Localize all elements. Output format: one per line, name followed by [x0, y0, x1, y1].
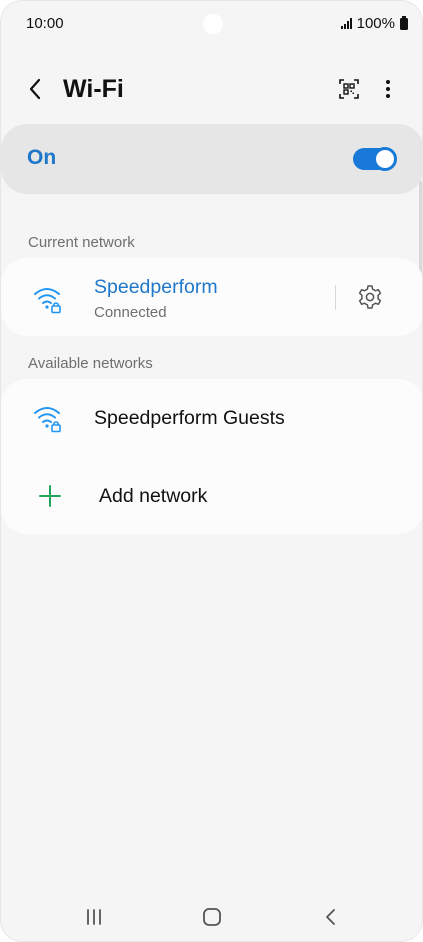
gear-icon	[358, 285, 382, 309]
wifi-secured-icon	[34, 288, 61, 314]
current-network-row[interactable]: Speedperform Connected	[1, 258, 331, 336]
recent-apps-icon	[87, 909, 101, 925]
add-network-row[interactable]: Add network	[1, 457, 422, 534]
nav-back-button[interactable]	[311, 903, 351, 931]
status-icons: 100%	[340, 15, 408, 32]
more-options-icon	[386, 80, 390, 98]
add-network-label: Add network	[99, 485, 208, 507]
available-networks-header: Available networks	[28, 355, 153, 372]
front-camera	[203, 14, 223, 34]
current-network-name: Speedperform	[94, 276, 218, 298]
back-arrow-icon	[29, 78, 41, 100]
wifi-state-label: On	[27, 146, 57, 169]
home-button[interactable]	[192, 903, 232, 931]
recent-apps-button[interactable]	[74, 903, 114, 931]
page-title: Wi-Fi	[63, 75, 124, 103]
current-network-header: Current network	[28, 234, 135, 251]
status-time: 10:00	[26, 15, 64, 32]
back-icon	[326, 909, 335, 925]
battery-percent: 100%	[356, 15, 395, 32]
status-bar: 10:00 100%	[1, 1, 422, 47]
wifi-toggle[interactable]	[353, 146, 397, 172]
home-icon	[203, 908, 221, 926]
battery-icon	[400, 15, 408, 30]
signal-icon	[340, 18, 352, 29]
app-header: Wi-Fi	[1, 65, 422, 115]
wifi-secured-icon	[34, 407, 61, 433]
available-network-name: Speedperform Guests	[94, 407, 285, 429]
available-network-row[interactable]: Speedperform Guests	[1, 379, 422, 457]
back-button[interactable]	[21, 73, 49, 105]
plus-icon	[39, 485, 61, 507]
qr-code-button[interactable]	[335, 75, 363, 103]
navigation-bar	[1, 897, 422, 937]
phone-screen: 10:00 100% Wi-Fi On Current network Spee…	[0, 0, 423, 942]
toggle-knob	[373, 147, 397, 171]
network-settings-button[interactable]	[355, 282, 385, 312]
qr-code-icon	[339, 79, 359, 99]
row-divider	[335, 285, 336, 310]
more-options-button[interactable]	[375, 75, 401, 103]
current-network-status: Connected	[94, 304, 167, 321]
